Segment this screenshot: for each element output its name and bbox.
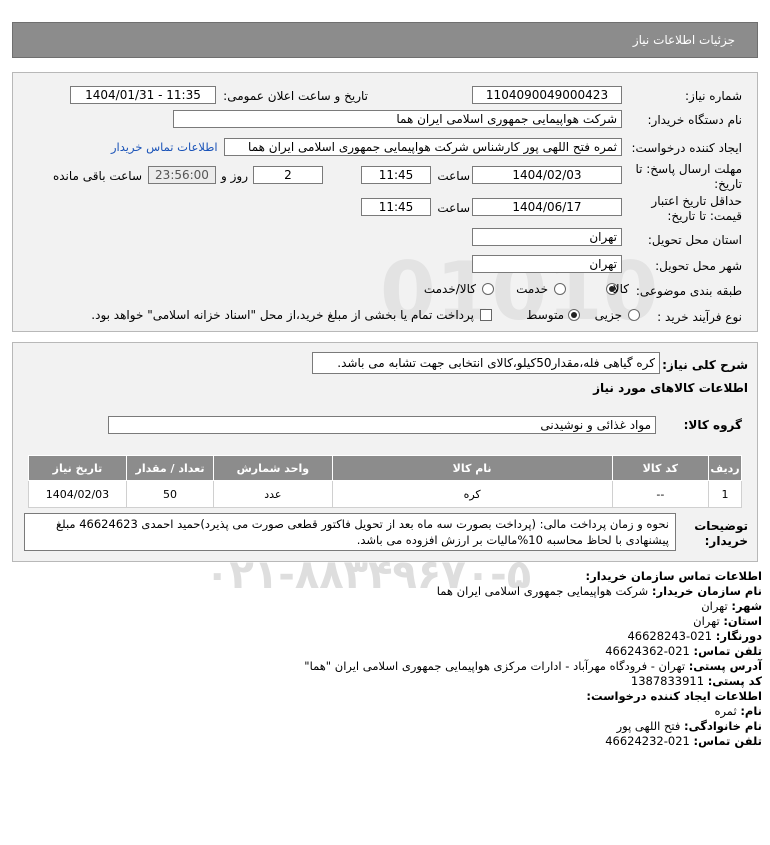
contact-address-label: آدرس پستی: xyxy=(688,659,762,673)
creator-last-name-value: فتح اللهی پور xyxy=(616,719,681,733)
contact-postal-label: کد پستی: xyxy=(707,674,762,688)
contact-fax-label: دورنگار: xyxy=(715,629,762,643)
contact-phone: تلفن تماس: 021-46624362 xyxy=(605,644,762,658)
contact-province: استان: تهران xyxy=(693,614,762,628)
contact-org-label: نام سازمان خریدار: xyxy=(651,584,762,598)
creator-last-name-label: نام خانوادگی: xyxy=(684,719,762,733)
creator-last-name: نام خانوادگی: فتح اللهی پور xyxy=(617,719,762,733)
contact-fax-value: 021-46628243 xyxy=(627,629,713,643)
contact-province-label: استان: xyxy=(723,614,762,628)
contact-title: اطلاعات تماس سازمان خریدار: xyxy=(585,569,762,583)
creator-first-name: نام: ثمره xyxy=(714,704,762,718)
contact-postal-code: کد پستی: 1387833911 xyxy=(631,674,762,688)
contact-city-value: تهران xyxy=(701,599,728,613)
contact-org-value: شرکت هواپیمایی جمهوری اسلامی ایران هما xyxy=(436,584,649,598)
buyer-contact-section: اطلاعات تماس سازمان خریدار: نام سازمان خ… xyxy=(0,0,770,845)
creator-first-name-value: ثمره xyxy=(714,704,737,718)
creator-phone-value: 021-46624232 xyxy=(605,734,690,748)
contact-city: شهر: تهران xyxy=(701,599,762,613)
creator-phone-label: تلفن تماس: xyxy=(693,734,762,748)
contact-city-label: شهر: xyxy=(731,599,762,613)
creator-contact-title: اطلاعات ایجاد کننده درخواست: xyxy=(586,689,762,703)
creator-first-name-label: نام: xyxy=(740,704,762,718)
contact-fax: دورنگار: 021-46628243 xyxy=(627,629,762,643)
contact-phone-value: 021-46624362 xyxy=(605,644,690,658)
creator-phone: تلفن تماس: 021-46624232 xyxy=(605,734,762,748)
contact-phone-label: تلفن تماس: xyxy=(693,644,762,658)
contact-province-value: تهران xyxy=(693,614,720,628)
contact-address: آدرس پستی: تهران - فرودگاه مهرآباد - ادا… xyxy=(304,659,762,673)
contact-address-value: تهران - فرودگاه مهرآباد - ادارات مرکزی ه… xyxy=(304,659,686,673)
contact-postal-value: 1387833911 xyxy=(630,674,705,688)
contact-org: نام سازمان خریدار: شرکت هواپیمایی جمهوری… xyxy=(437,584,762,598)
